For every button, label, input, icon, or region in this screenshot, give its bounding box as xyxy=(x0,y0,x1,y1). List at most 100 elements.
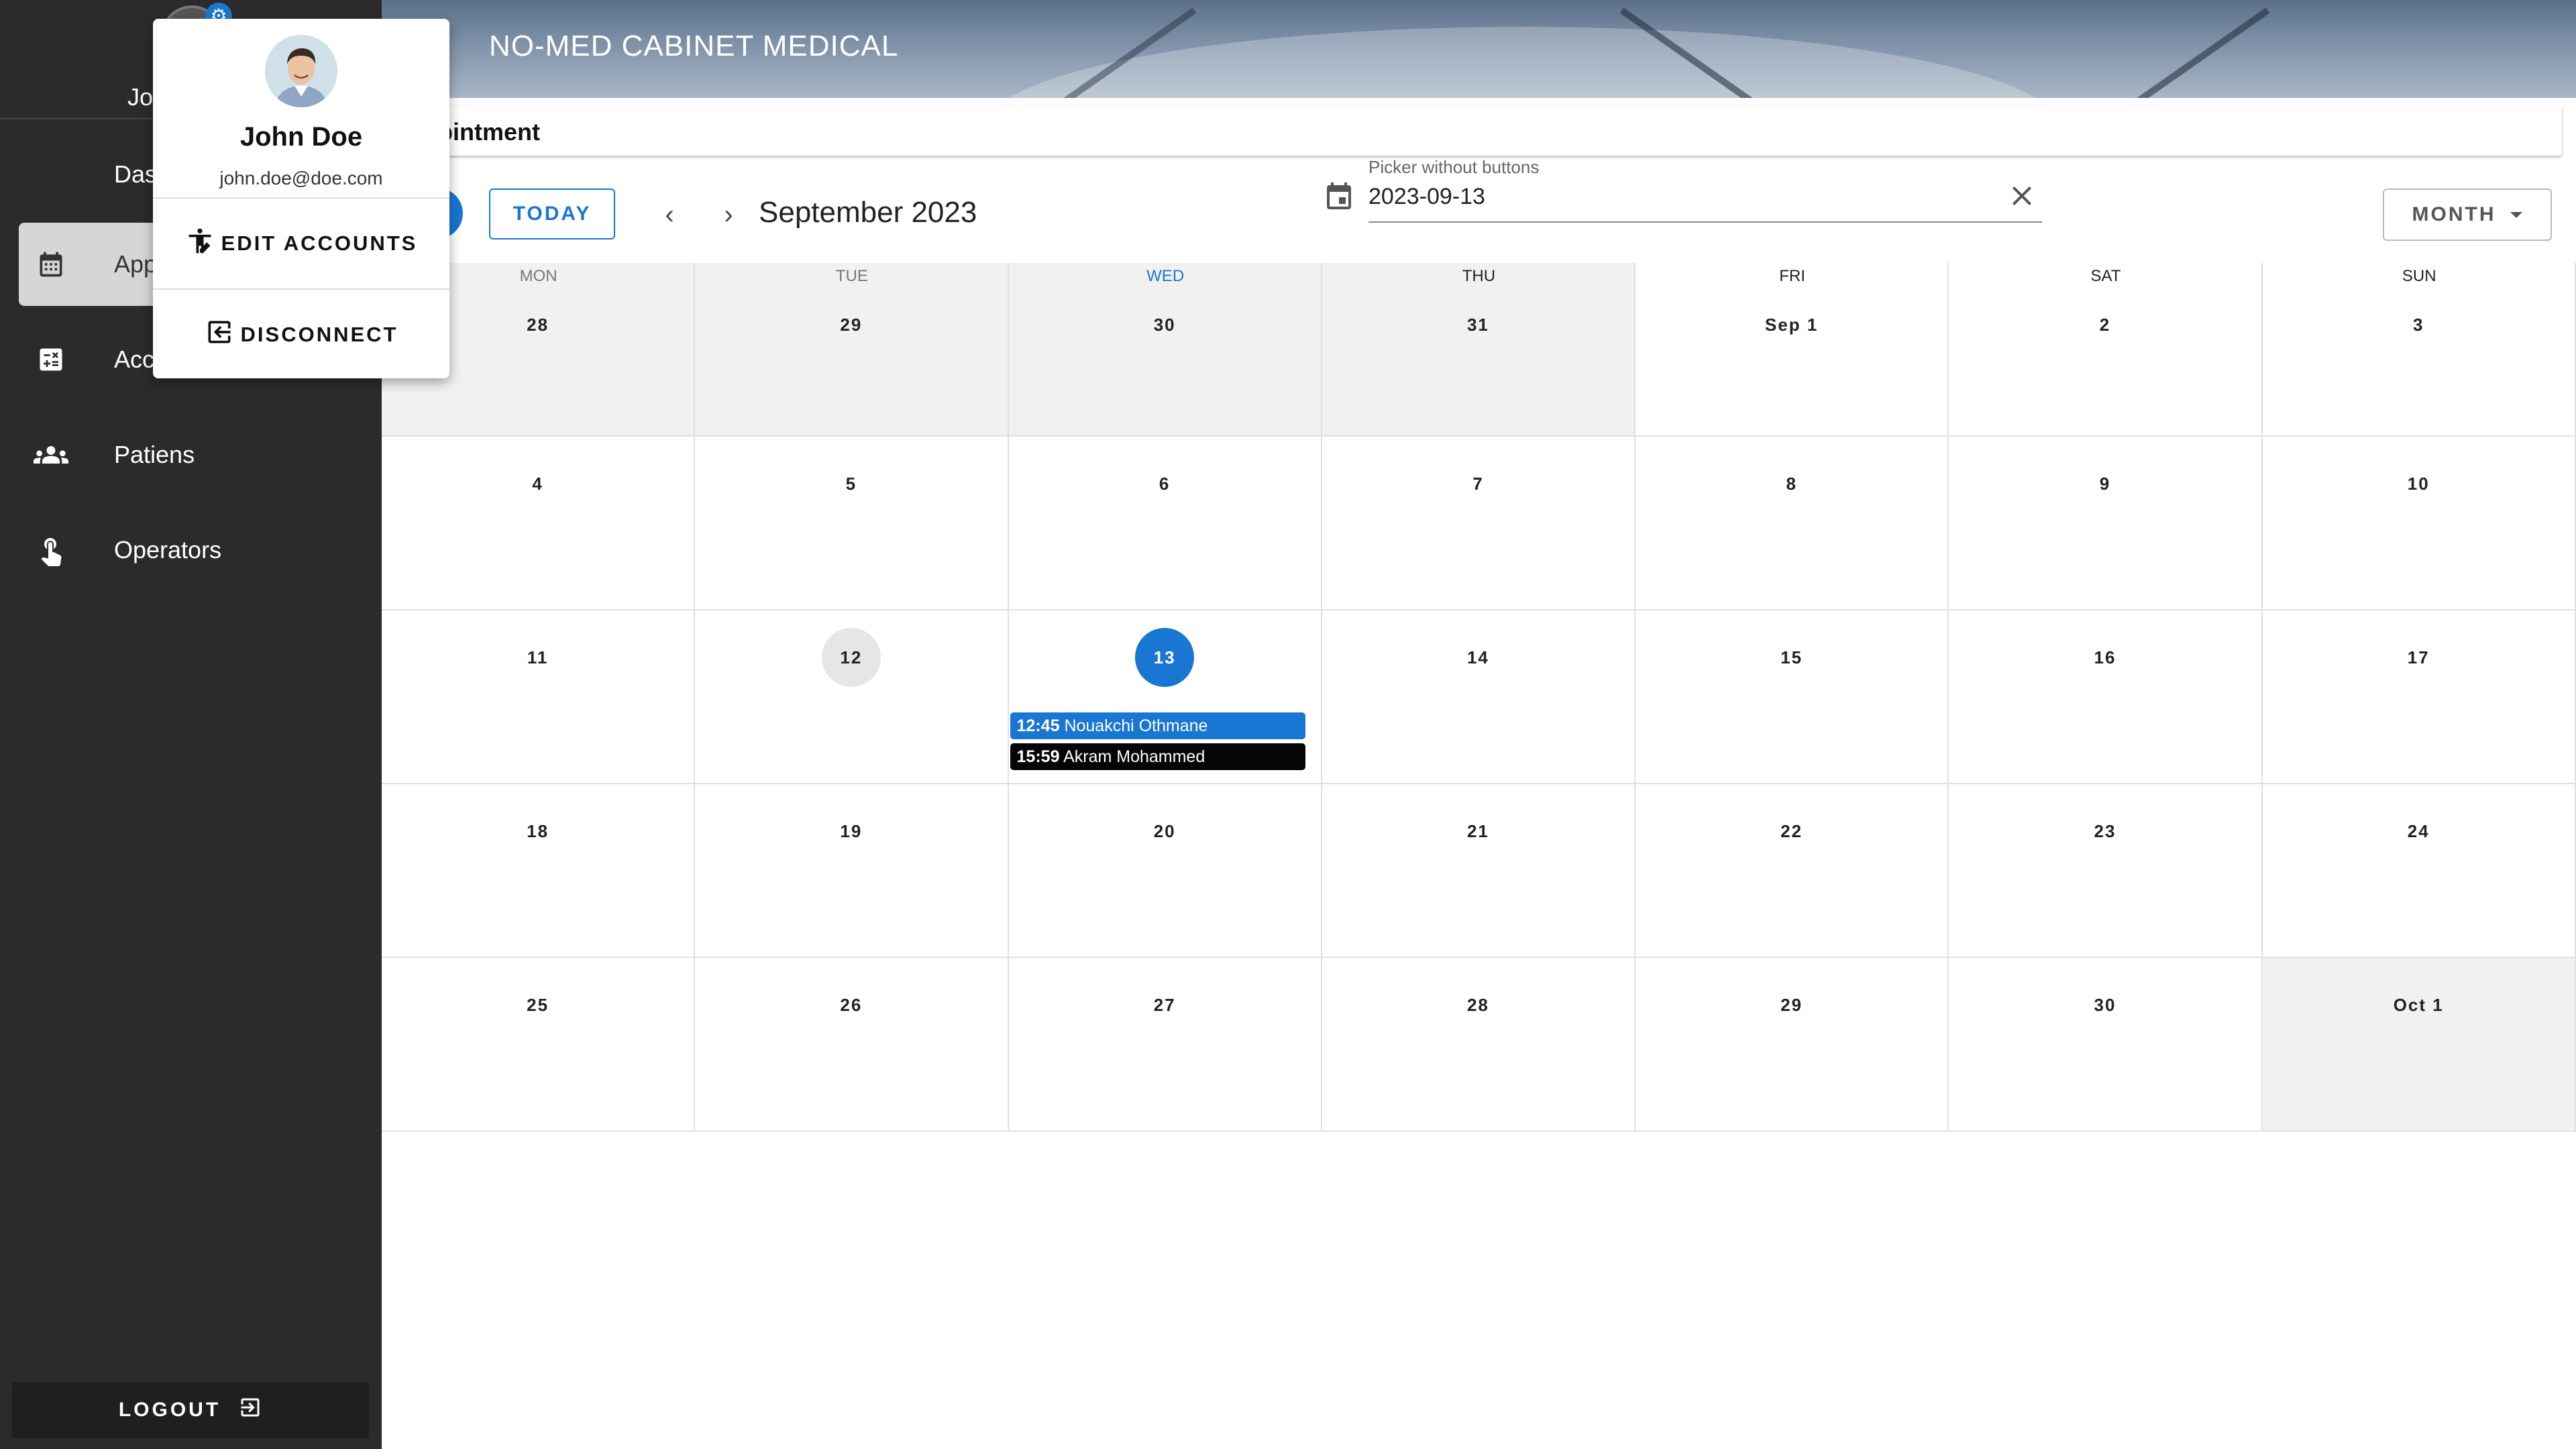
calendar-day[interactable]: 7 xyxy=(1322,437,1636,610)
sidebar-item-patiens[interactable]: Patiens xyxy=(19,413,368,496)
weekday-label: WED xyxy=(1146,267,1185,285)
event-time: 12:45 xyxy=(1016,716,1060,735)
close-icon[interactable] xyxy=(2006,180,2038,212)
day-number[interactable]: 16 xyxy=(2076,628,2135,687)
day-number[interactable]: 17 xyxy=(2389,628,2448,687)
sidebar-item-operators[interactable]: Operators xyxy=(19,508,368,592)
day-number[interactable]: 24 xyxy=(2389,802,2448,861)
calendar-day[interactable]: 13 12:45 Nouakchi Othmane 15:59 Akram Mo… xyxy=(1008,610,1322,784)
day-number[interactable]: 28 xyxy=(508,295,568,354)
calendar-icon xyxy=(32,246,70,283)
calendar-event[interactable]: 12:45 Nouakchi Othmane xyxy=(1010,712,1305,739)
day-number[interactable]: 27 xyxy=(1135,975,1194,1034)
day-number[interactable]: 7 xyxy=(1448,454,1507,513)
calendar-day[interactable]: 18 xyxy=(382,784,696,958)
day-number[interactable]: 10 xyxy=(2389,454,2448,513)
sidebar-item-label: App xyxy=(114,250,158,278)
sidebar-item-label: Das xyxy=(114,160,158,188)
sidebar-item-label: Patiens xyxy=(114,441,195,468)
edit-accounts-label: EDIT ACCOUNTS xyxy=(221,231,418,255)
day-number[interactable]: 4 xyxy=(508,454,568,513)
day-number[interactable]: 18 xyxy=(508,802,568,861)
today-button[interactable]: TODAY xyxy=(489,189,615,239)
logout-button[interactable]: LOGOUT xyxy=(12,1382,369,1438)
day-number[interactable]: 2 xyxy=(2076,295,2135,354)
calendar-day[interactable]: 29 xyxy=(1635,958,1949,1132)
disconnect-button[interactable]: DISCONNECT xyxy=(153,290,449,380)
input-underline xyxy=(1368,221,2042,223)
day-number[interactable]: 26 xyxy=(822,975,881,1034)
day-number[interactable]: 30 xyxy=(1135,295,1194,354)
avatar xyxy=(265,35,337,107)
dashboard-icon xyxy=(32,156,70,193)
accessibility-edit-icon xyxy=(185,226,215,261)
page-title: pintment xyxy=(438,118,540,146)
calendar-day[interactable]: 16 xyxy=(1949,610,2263,784)
day-number[interactable]: 19 xyxy=(822,802,881,861)
day-number[interactable]: Oct 1 xyxy=(2389,975,2448,1034)
calendar-day[interactable]: 23 xyxy=(1949,784,2263,958)
calendar-day[interactable]: 25 xyxy=(382,958,696,1132)
calendar-day[interactable]: 17 xyxy=(2262,610,2576,784)
calendar-day[interactable]: 15 xyxy=(1635,610,1949,784)
calendar-day[interactable]: 21 xyxy=(1322,784,1636,958)
calendar-day[interactable]: Oct 1 xyxy=(2262,958,2576,1132)
calendar-day[interactable]: 19 xyxy=(695,784,1009,958)
calendar-day[interactable]: 11 xyxy=(382,610,696,784)
day-number[interactable]: 21 xyxy=(1448,802,1507,861)
calendar-day[interactable]: 8 xyxy=(1635,437,1949,610)
calendar-day[interactable]: 10 xyxy=(2262,437,2576,610)
calendar-day[interactable]: 24 xyxy=(2262,784,2576,958)
day-number[interactable]: 5 xyxy=(822,454,881,513)
chevron-left-icon[interactable]: ‹ xyxy=(649,195,690,235)
day-number[interactable]: 8 xyxy=(1762,454,1821,513)
calendar-day[interactable]: 9 xyxy=(1949,437,2263,610)
day-number[interactable]: 29 xyxy=(1762,975,1821,1034)
page-header: pintment xyxy=(382,106,2562,156)
calendar-day[interactable]: 27 xyxy=(1008,958,1322,1132)
weekday-label: SAT xyxy=(2090,267,2121,285)
view-select[interactable]: MONTH xyxy=(2383,189,2552,241)
day-number[interactable]: 30 xyxy=(2076,975,2135,1034)
day-number[interactable]: 9 xyxy=(2076,454,2135,513)
app-title: NO-MED CABINET MEDICAL xyxy=(489,30,899,62)
calendar-day[interactable]: 28 xyxy=(1322,958,1636,1132)
calendar-day[interactable]: 5 xyxy=(695,437,1009,610)
day-number[interactable]: 14 xyxy=(1448,628,1507,687)
day-number[interactable]: Sep 1 xyxy=(1762,295,1821,354)
day-number[interactable]: 6 xyxy=(1135,454,1194,513)
calendar-event[interactable]: 15:59 Akram Mohammed xyxy=(1010,743,1305,770)
day-number[interactable]: 3 xyxy=(2389,295,2448,354)
calendar-day[interactable]: 12 xyxy=(695,610,1009,784)
day-number-today[interactable]: 13 xyxy=(1135,628,1195,687)
logout-icon xyxy=(205,317,234,352)
day-number[interactable]: 22 xyxy=(1762,802,1821,861)
day-number[interactable]: 12 xyxy=(821,628,881,687)
calendar-icon[interactable] xyxy=(1323,181,1355,213)
calendar-day[interactable]: 22 xyxy=(1635,784,1949,958)
date-input[interactable]: 2023-09-13 xyxy=(1368,184,1485,210)
date-picker[interactable]: Picker without buttons 2023-09-13 xyxy=(1315,154,2046,224)
day-number[interactable]: 15 xyxy=(1762,628,1821,687)
weekday-header: MON TUE WED THU FRI SAT SUN xyxy=(382,263,2576,290)
chevron-right-icon[interactable]: › xyxy=(708,195,749,235)
weekday-label: TUE xyxy=(835,267,868,285)
day-number[interactable]: 31 xyxy=(1448,295,1507,354)
calendar-day[interactable]: 30 xyxy=(1949,958,2263,1132)
calendar-day[interactable]: 4 xyxy=(382,437,696,610)
calendar-day[interactable]: 6 xyxy=(1008,437,1322,610)
edit-accounts-button[interactable]: EDIT ACCOUNTS xyxy=(153,199,449,288)
calendar-day[interactable]: 20 xyxy=(1008,784,1322,958)
day-number[interactable]: 25 xyxy=(508,975,568,1034)
calendar-weeks: 28 29 30 31 Sep 1 2 3 4 5 6 7 8 9 10 11 … xyxy=(382,263,2576,1132)
day-number[interactable]: 11 xyxy=(508,628,568,687)
day-number[interactable]: 23 xyxy=(2076,802,2135,861)
day-number[interactable]: 29 xyxy=(822,295,881,354)
weekday-label: FRI xyxy=(1779,267,1806,285)
header-banner: NO-MED CABINET MEDICAL xyxy=(382,0,2576,98)
sidebar-item-label: Operators xyxy=(114,536,222,564)
calendar-day[interactable]: 26 xyxy=(695,958,1009,1132)
day-number[interactable]: 20 xyxy=(1135,802,1194,861)
day-number[interactable]: 28 xyxy=(1448,975,1507,1034)
calendar-day[interactable]: 14 xyxy=(1322,610,1636,784)
